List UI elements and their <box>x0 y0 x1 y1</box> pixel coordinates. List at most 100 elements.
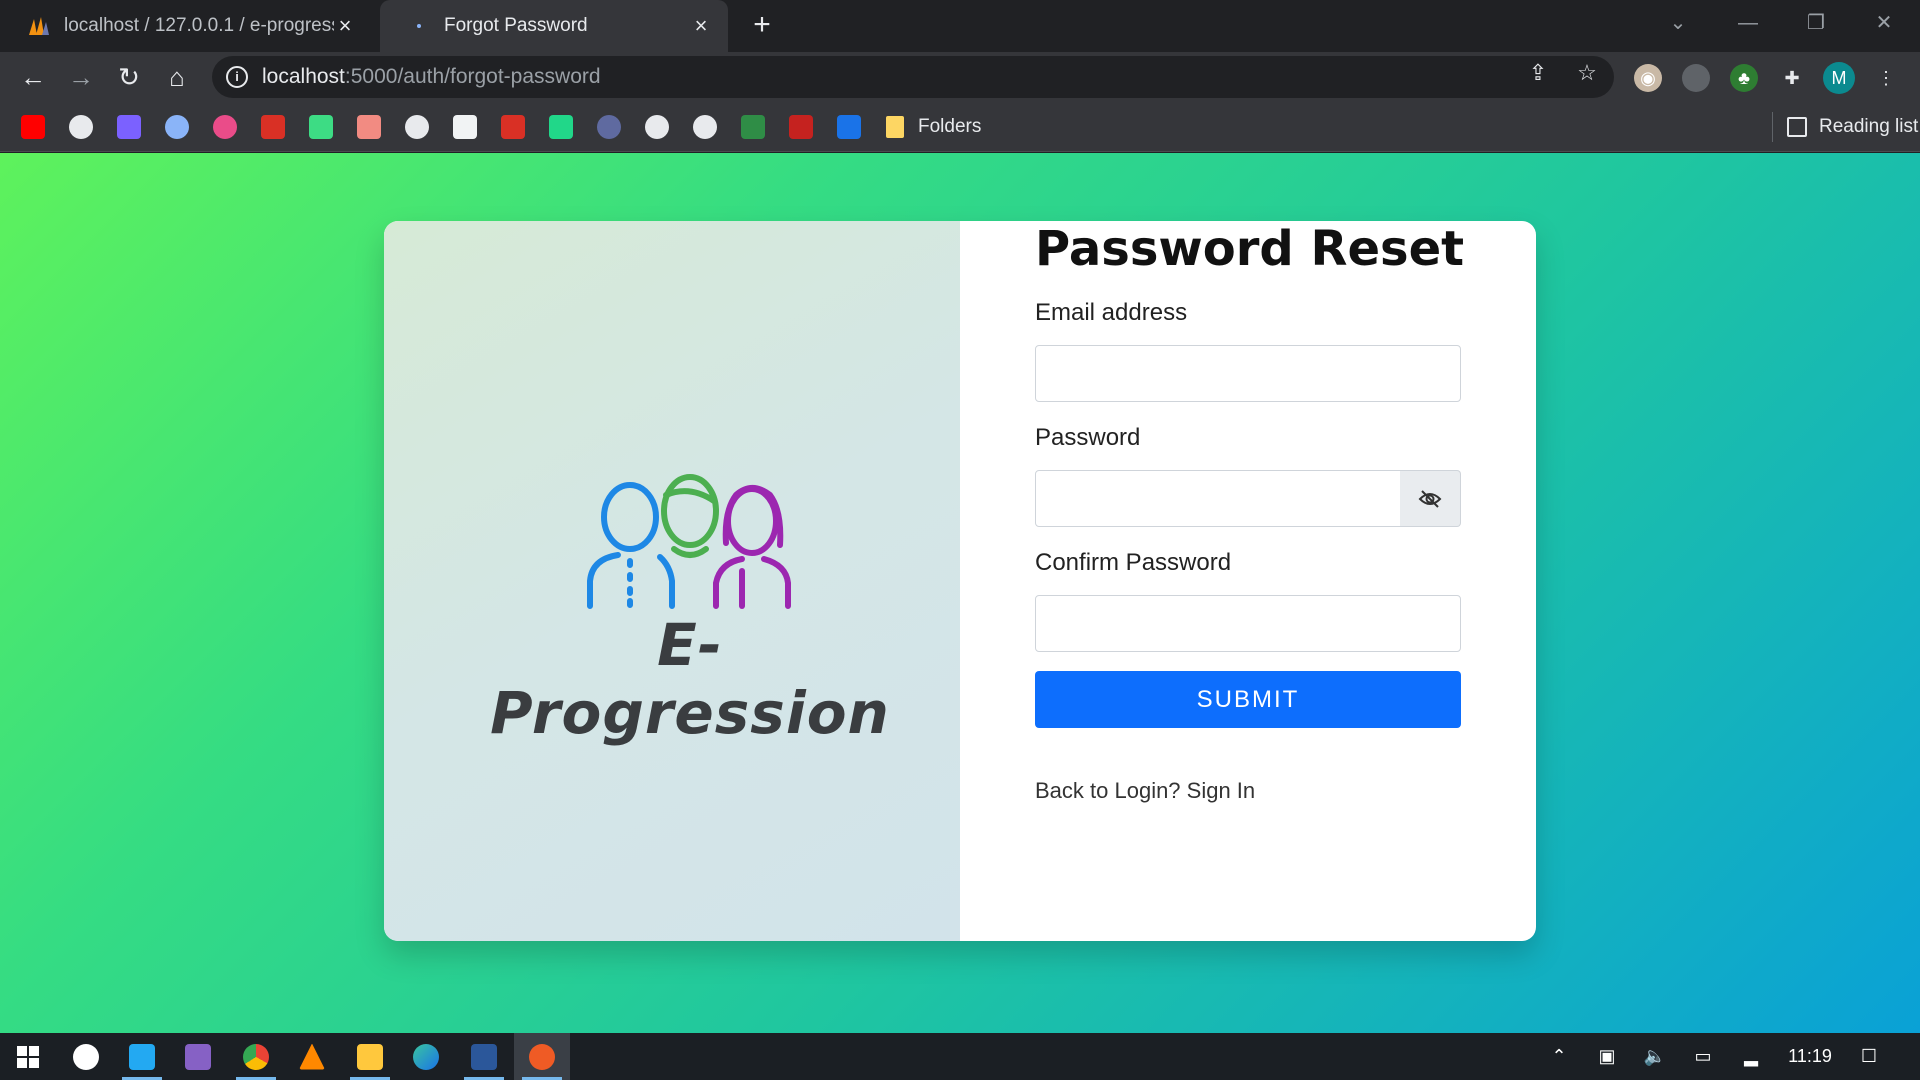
start-button[interactable] <box>0 1033 56 1080</box>
tab-forgot-password[interactable]: Forgot Password × <box>380 0 728 52</box>
minimize-icon[interactable]: — <box>1728 6 1768 40</box>
bookmark-icon[interactable] <box>549 115 573 139</box>
taskbar-app-word[interactable] <box>456 1033 512 1080</box>
bookmark-icon[interactable] <box>837 115 861 139</box>
home-icon[interactable]: ⌂ <box>160 60 194 94</box>
bookmark-star-icon[interactable]: ☆ <box>1575 61 1599 85</box>
extension-icon[interactable]: ◉ <box>1634 64 1662 92</box>
eye-slash-icon <box>1418 489 1442 508</box>
form-panel: Password Reset Email address Password Co… <box>960 221 1536 941</box>
taskbar-app-chrome[interactable] <box>228 1033 284 1080</box>
bookmark-icon[interactable] <box>789 115 813 139</box>
submit-button[interactable]: SUBMIT <box>1035 671 1461 728</box>
taskbar-app-visual-studio[interactable] <box>170 1033 226 1080</box>
menu-icon[interactable]: ⋮ <box>1872 64 1900 92</box>
taskbar-app[interactable] <box>58 1033 114 1080</box>
bookmark-icon[interactable] <box>213 115 237 139</box>
globe-icon[interactable] <box>693 115 717 139</box>
vlc-icon <box>299 1043 325 1070</box>
taskbar-app-postman[interactable] <box>514 1033 570 1080</box>
avatar[interactable]: M <box>1823 62 1855 94</box>
android-icon[interactable] <box>309 115 333 139</box>
tab-strip: localhost / 127.0.0.1 / e-progress × For… <box>0 0 1920 52</box>
puzzle-icon[interactable]: ✚ <box>1778 64 1806 92</box>
bookmark-icon[interactable] <box>597 115 621 139</box>
password-field[interactable] <box>1035 470 1401 527</box>
site-info-icon[interactable]: i <box>226 66 248 88</box>
reading-list-label: Reading list <box>1819 116 1919 137</box>
close-icon[interactable]: × <box>334 15 356 37</box>
network-icon[interactable]: ▂ <box>1736 1033 1766 1080</box>
confirm-password-label: Confirm Password <box>1035 549 1232 576</box>
chrome-icon <box>243 1043 269 1070</box>
youtube-icon[interactable] <box>21 115 45 139</box>
gmail-icon[interactable] <box>69 115 93 139</box>
bookmarks-folder[interactable]: Folders <box>886 115 981 139</box>
phpmyadmin-icon <box>28 15 50 37</box>
tab-phpmyadmin[interactable]: localhost / 127.0.0.1 / e-progress × <box>0 0 372 52</box>
folder-label: Folders <box>918 116 982 137</box>
taskbar-app-vlc[interactable] <box>284 1033 340 1080</box>
url-text: localhost:5000/auth/forgot-password <box>262 65 601 88</box>
confirm-password-field[interactable] <box>1035 595 1461 652</box>
back-to-login-link[interactable]: Back to Login? Sign In <box>1035 778 1255 804</box>
notifications-icon[interactable]: ☐ <box>1852 1033 1886 1080</box>
windows-icon <box>17 1045 39 1068</box>
geeksforgeeks-icon[interactable] <box>741 115 765 139</box>
clock[interactable]: 11:19 <box>1780 1033 1840 1080</box>
taskbar-app-explorer[interactable] <box>342 1033 398 1080</box>
app-icon <box>529 1043 555 1070</box>
address-bar[interactable]: i localhost:5000/auth/forgot-password <box>212 56 1614 98</box>
globe-icon[interactable] <box>645 115 669 139</box>
word-icon <box>471 1043 497 1070</box>
bookmark-icon[interactable] <box>501 115 525 139</box>
folder-icon <box>886 116 904 138</box>
taskbar: ⌃ ▣ 🔈 ▭ ▂ 11:19 ☐ <box>0 1033 1920 1080</box>
page-icon <box>408 15 430 37</box>
tab-title: localhost / 127.0.0.1 / e-progress <box>64 15 334 36</box>
restore-icon[interactable]: ❐ <box>1796 6 1836 40</box>
battery-icon[interactable]: ▭ <box>1688 1033 1718 1080</box>
extension-icon[interactable]: ♣ <box>1730 64 1758 92</box>
reload-icon[interactable]: ↻ <box>112 60 146 94</box>
edge-icon <box>413 1043 439 1070</box>
page-background: E-Progression Password Reset Email addre… <box>0 153 1920 1033</box>
email-field[interactable] <box>1035 345 1461 402</box>
email-label: Email address <box>1035 299 1188 326</box>
github-icon[interactable] <box>405 115 429 139</box>
reset-card: E-Progression Password Reset Email addre… <box>384 221 1536 941</box>
browser-toolbar: ← → ↻ ⌂ i localhost:5000/auth/forgot-pas… <box>0 52 1920 102</box>
extension-icon[interactable] <box>1682 64 1710 92</box>
bookmark-icon[interactable] <box>357 115 381 139</box>
chevron-up-icon[interactable]: ⌃ <box>1544 1033 1574 1080</box>
taskbar-app-edge[interactable] <box>398 1033 454 1080</box>
brand-name: E-Progression <box>490 611 890 747</box>
bookmark-icon[interactable] <box>117 115 141 139</box>
toggle-password-button[interactable] <box>1400 470 1461 527</box>
share-icon[interactable]: ⇪ <box>1526 61 1550 85</box>
window-close-icon[interactable]: ✕ <box>1864 6 1904 40</box>
app-icon <box>73 1043 99 1070</box>
vscode-icon <box>129 1043 155 1070</box>
forward-icon[interactable]: → <box>64 60 98 94</box>
people-logo-icon <box>587 474 791 609</box>
reading-list[interactable]: Reading list <box>1772 112 1918 142</box>
new-tab-icon[interactable]: + <box>748 10 776 40</box>
bookmark-icon[interactable] <box>165 115 189 139</box>
volume-muted-icon[interactable]: 🔈 <box>1640 1033 1670 1080</box>
reading-list-icon <box>1787 117 1807 137</box>
bookmark-icon[interactable] <box>453 115 477 139</box>
back-icon[interactable]: ← <box>16 60 50 94</box>
page-title: Password Reset <box>1035 221 1465 277</box>
password-label: Password <box>1035 424 1141 451</box>
tab-search-icon[interactable]: ⌄ <box>1658 6 1698 40</box>
tab-title: Forgot Password <box>444 15 588 36</box>
meet-icon[interactable]: ▣ <box>1592 1033 1622 1080</box>
bookmark-icon[interactable] <box>261 115 285 139</box>
taskbar-app-vscode[interactable] <box>114 1033 170 1080</box>
visual-studio-icon <box>185 1043 211 1070</box>
bookmarks-bar: Folders Reading list <box>0 102 1920 152</box>
folder-icon <box>357 1043 383 1070</box>
close-icon[interactable]: × <box>690 15 712 37</box>
brand-panel: E-Progression <box>384 221 960 941</box>
